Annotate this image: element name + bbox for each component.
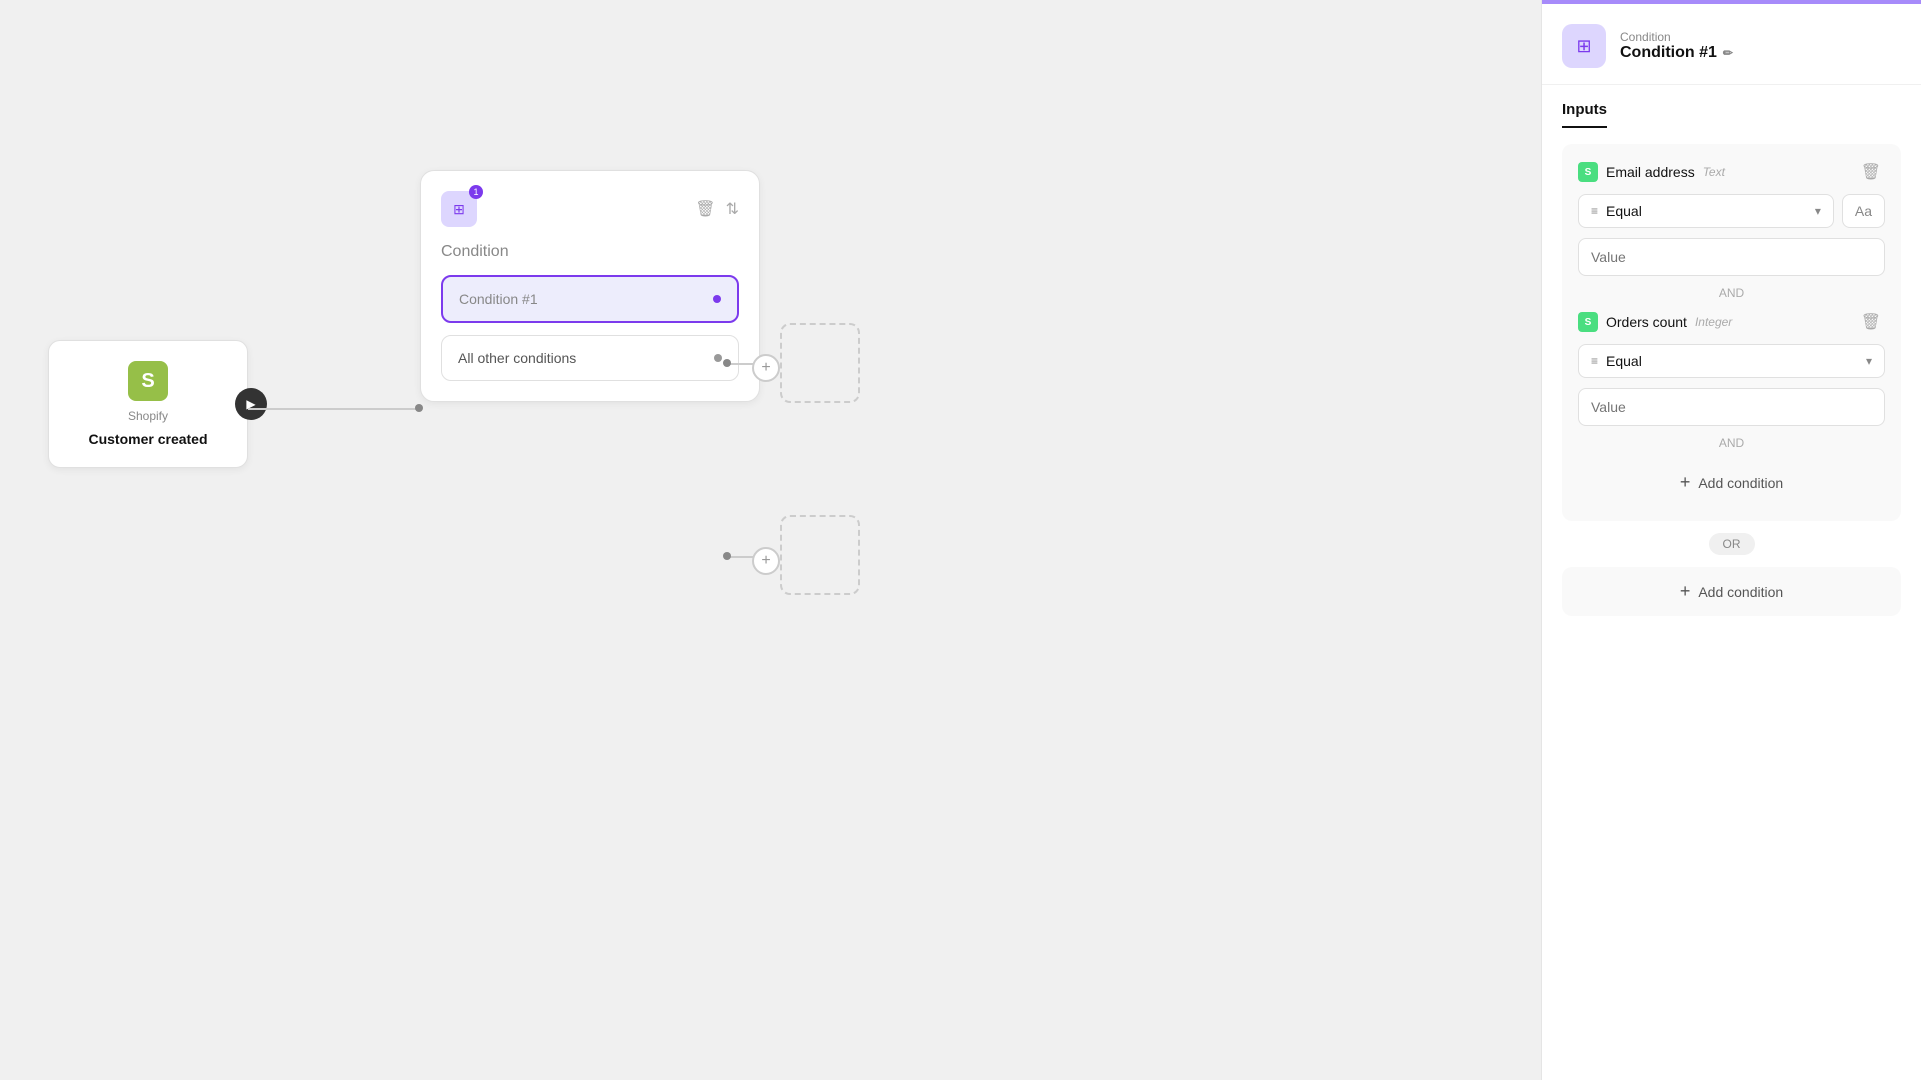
chevron-down-icon-2: ▾ bbox=[1866, 354, 1872, 368]
condition-node-header: ⊞ 1 🗑 ⇅ bbox=[441, 191, 739, 227]
panel-header: ⊞ Condition Condition #1 ✏ bbox=[1542, 4, 1921, 85]
empty-node-2[interactable] bbox=[780, 515, 860, 595]
other-conditions-label: All other conditions bbox=[458, 350, 576, 366]
condition-node-title: Condition bbox=[441, 243, 739, 261]
and-separator-1: AND bbox=[1578, 286, 1885, 300]
field-type-1: Text bbox=[1703, 165, 1725, 179]
panel-header-icon: ⊞ bbox=[1562, 24, 1606, 68]
other-conditions-branch[interactable]: All other conditions bbox=[441, 335, 739, 381]
plus-icon-outer: + bbox=[1680, 581, 1691, 602]
condition-1-header: S Email address Text 🗑 bbox=[1578, 160, 1885, 184]
operator-select-2-inner: ≡ Equal bbox=[1591, 353, 1642, 369]
panel-title-label: Condition bbox=[1620, 30, 1733, 44]
canvas-area: S Shopify Customer created ▶ ⊞ 1 🗑 ⇅ Con… bbox=[0, 0, 1541, 1080]
panel-title-name: Condition #1 ✏ bbox=[1620, 44, 1733, 62]
panel-title-area: Condition Condition #1 ✏ bbox=[1620, 30, 1733, 62]
operator-row-1: ≡ Equal ▾ Aa bbox=[1578, 194, 1885, 228]
plus-icon-inner: + bbox=[1680, 472, 1691, 493]
right-panel: ⊞ Condition Condition #1 ✏ Inputs S Emai… bbox=[1541, 0, 1921, 1080]
field-name-2: Orders count bbox=[1606, 314, 1687, 330]
shopify-node[interactable]: S Shopify Customer created ▶ bbox=[48, 340, 248, 468]
equal-icon-1: ≡ bbox=[1591, 204, 1598, 218]
badge-count: 1 bbox=[469, 185, 483, 199]
add-condition-inner-label: Add condition bbox=[1698, 475, 1783, 491]
add-branch-2-button[interactable]: + bbox=[752, 547, 780, 575]
connector-dot-2 bbox=[723, 359, 731, 367]
sort-node-button[interactable]: ⇅ bbox=[726, 199, 739, 219]
operator-select-2[interactable]: ≡ Equal ▾ bbox=[1578, 344, 1885, 378]
operator-label-1: Equal bbox=[1606, 203, 1642, 219]
equal-icon-2: ≡ bbox=[1591, 354, 1598, 368]
field-icon-1: S bbox=[1578, 162, 1598, 182]
condition-branch-1-label: Condition #1 bbox=[459, 291, 538, 307]
condition-branch-1[interactable]: Condition #1 bbox=[441, 275, 739, 323]
panel-node-name: Condition #1 bbox=[1620, 44, 1717, 62]
or-badge: OR bbox=[1709, 533, 1755, 555]
inputs-section: Inputs S Email address Text 🗑 ≡ Equal ▾ bbox=[1542, 85, 1921, 567]
value-input-1[interactable] bbox=[1578, 238, 1885, 276]
branch-dot-1 bbox=[713, 295, 721, 303]
shopify-label: Shopify bbox=[128, 409, 168, 423]
condition-2-field-info: S Orders count Integer bbox=[1578, 312, 1732, 332]
operator-select-1[interactable]: ≡ Equal ▾ bbox=[1578, 194, 1834, 228]
delete-condition-2-button[interactable]: 🗑 bbox=[1857, 310, 1885, 334]
connector-h3 bbox=[730, 556, 754, 558]
connector-h2 bbox=[730, 363, 754, 365]
empty-node-1[interactable] bbox=[780, 323, 860, 403]
condition-2-header: S Orders count Integer 🗑 bbox=[1578, 310, 1885, 334]
type-button-1[interactable]: Aa bbox=[1842, 194, 1885, 228]
add-branch-1-button[interactable]: + bbox=[752, 354, 780, 382]
operator-row-2: ≡ Equal ▾ bbox=[1578, 344, 1885, 378]
condition-node[interactable]: ⊞ 1 🗑 ⇅ Condition Condition #1 All other… bbox=[420, 170, 760, 402]
chevron-down-icon-1: ▾ bbox=[1815, 204, 1821, 218]
delete-condition-1-button[interactable]: 🗑 bbox=[1857, 160, 1885, 184]
connector-dot-1 bbox=[415, 404, 423, 412]
condition-group-1: S Email address Text 🗑 ≡ Equal ▾ Aa bbox=[1562, 144, 1901, 521]
field-name-1: Email address bbox=[1606, 164, 1695, 180]
branch-dot-2 bbox=[714, 354, 722, 362]
operator-select-1-inner: ≡ Equal bbox=[1591, 203, 1642, 219]
delete-node-button[interactable]: 🗑 bbox=[695, 199, 715, 219]
condition-2-sub: S Orders count Integer 🗑 ≡ Equal ▾ bbox=[1578, 310, 1885, 505]
shopify-logo-icon: S bbox=[128, 361, 168, 401]
play-button[interactable]: ▶ bbox=[235, 388, 267, 420]
condition-1-field-info: S Email address Text bbox=[1578, 162, 1725, 182]
value-input-2[interactable] bbox=[1578, 388, 1885, 426]
condition-node-actions: 🗑 ⇅ bbox=[695, 199, 739, 219]
field-type-2: Integer bbox=[1695, 315, 1732, 329]
connector-dot-3 bbox=[723, 552, 731, 560]
add-condition-outer-label: Add condition bbox=[1698, 584, 1783, 600]
operator-label-2: Equal bbox=[1606, 353, 1642, 369]
connector-h1 bbox=[248, 408, 420, 410]
and-separator-2: AND bbox=[1578, 436, 1885, 450]
add-condition-inner-button[interactable]: + Add condition bbox=[1578, 460, 1885, 505]
condition-node-icon: ⊞ 1 bbox=[441, 191, 477, 227]
inputs-label: Inputs bbox=[1562, 101, 1607, 128]
or-separator: OR bbox=[1562, 533, 1901, 555]
edit-name-icon[interactable]: ✏ bbox=[1723, 46, 1733, 60]
shopify-event: Customer created bbox=[88, 431, 207, 447]
field-icon-2: S bbox=[1578, 312, 1598, 332]
add-condition-outer-button[interactable]: + Add condition bbox=[1562, 567, 1901, 616]
